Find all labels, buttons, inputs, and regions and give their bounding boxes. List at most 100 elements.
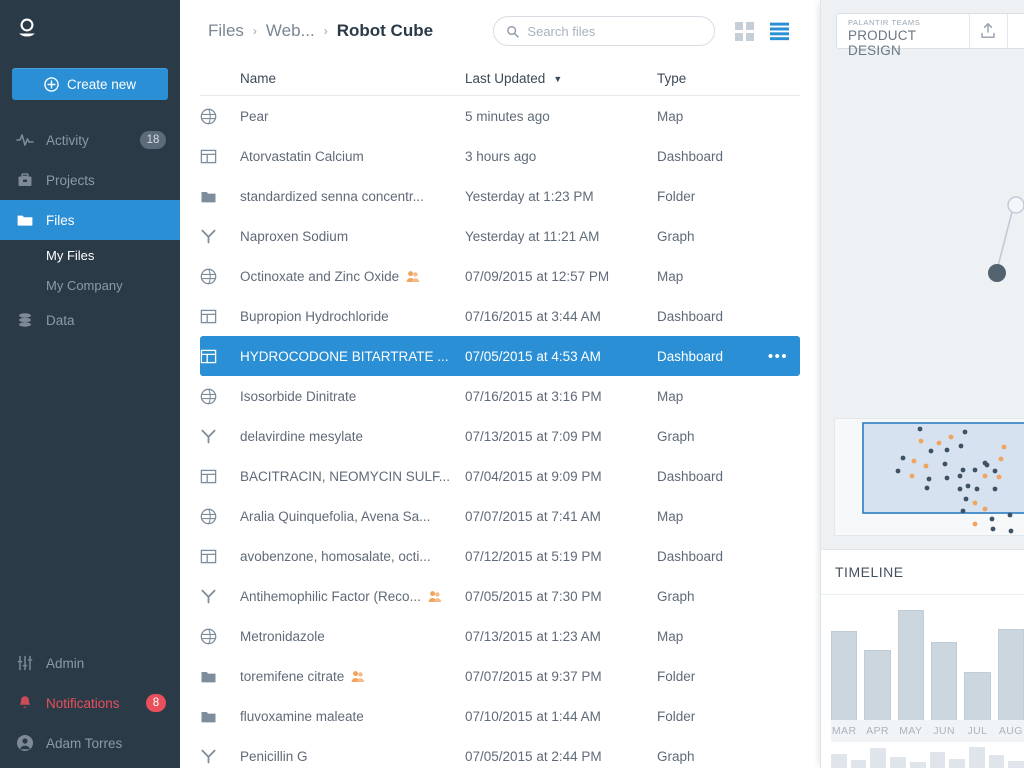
plus-circle-icon	[44, 76, 59, 92]
sidebar-nav: Activity 18 Projects Files My Files My C…	[0, 120, 180, 340]
file-name-cell: Pear	[240, 109, 465, 124]
file-type-icon-cell	[200, 228, 240, 245]
file-type-icon-cell	[200, 388, 240, 405]
table-body: Pear 5 minutes ago Map Atorvastatin Calcium…	[200, 96, 800, 768]
activity-pulse-icon	[16, 134, 34, 146]
search-input[interactable]	[527, 23, 703, 39]
table-row[interactable]: fluvoxamine maleate 07/10/2015 at 1:44 AM…	[200, 696, 800, 736]
sidebar-item-data-label: Data	[46, 312, 75, 328]
palantir-logo-icon	[19, 18, 35, 37]
user-avatar-icon	[17, 735, 33, 751]
file-type: Graph	[657, 228, 695, 244]
breadcrumb-item-files[interactable]: Files	[208, 21, 244, 41]
file-name: Isosorbide Dinitrate	[240, 388, 357, 404]
file-type-cell: Map	[657, 389, 756, 404]
table-row[interactable]: Naproxen Sodium Yesterday at 11:21 AM Grap…	[200, 216, 800, 256]
table-row[interactable]: Metronidazole 07/13/2015 at 1:23 AM Map	[200, 616, 800, 656]
column-header-type[interactable]: Type	[657, 71, 756, 86]
brand-block: PALANTIR TEAMS PRODUCT DESIGN	[837, 14, 971, 58]
file-updated-cell: 07/12/2015 at 5:19 PM	[465, 549, 657, 564]
file-updated: 07/10/2015 at 1:44 AM	[465, 708, 601, 724]
table-row[interactable]: Isosorbide Dinitrate 07/16/2015 at 3:16 P…	[200, 376, 800, 416]
table-row[interactable]: HYDROCODONE BITARTRATE ... 07/05/2015 at …	[200, 336, 800, 376]
create-new-label: Create new	[66, 76, 137, 92]
table-row[interactable]: BACITRACIN, NEOMYCIN SULF... 07/04/2015 a…	[200, 456, 800, 496]
file-type: Graph	[657, 588, 695, 604]
file-updated: 07/04/2015 at 9:09 PM	[465, 468, 602, 484]
top-bar: Files › Web... › Robot Cube	[180, 0, 820, 62]
x-axis-tick-label: AUG	[998, 725, 1023, 737]
share-icon	[1016, 21, 1024, 41]
table-row[interactable]: Pear 5 minutes ago Map	[200, 96, 800, 136]
file-type: Graph	[657, 428, 695, 444]
column-header-name[interactable]: Name	[240, 71, 465, 86]
column-header-last-updated[interactable]: Last Updated ▼	[465, 71, 657, 86]
file-updated: 5 minutes ago	[465, 108, 550, 124]
column-header-type-label: Type	[657, 71, 687, 86]
file-name: Pear	[240, 108, 269, 124]
table-row[interactable]: Aralia Quinquefolia, Avena Sa... 07/07/20…	[200, 496, 800, 536]
sidebar-item-activity[interactable]: Activity 18	[0, 120, 180, 160]
selection-rectangle[interactable]	[862, 422, 1024, 514]
file-updated: 07/05/2015 at 4:53 AM	[465, 348, 601, 364]
sidebar-item-activity-label: Activity	[46, 132, 89, 148]
bar[interactable]	[964, 671, 991, 720]
shared-users-icon	[351, 670, 365, 682]
bar[interactable]	[831, 631, 858, 720]
sidebar-item-projects[interactable]: Projects	[0, 160, 180, 200]
share-button[interactable]	[1008, 14, 1024, 48]
shared-users-icon	[406, 270, 420, 282]
row-actions-button[interactable]: •••	[756, 349, 800, 364]
sidebar-subitem-my-company[interactable]: My Company	[0, 270, 180, 300]
table-row[interactable]: Antihemophilic Factor (Reco... 07/05/2015…	[200, 576, 800, 616]
file-updated-cell: 07/07/2015 at 9:37 PM	[465, 669, 657, 684]
bar[interactable]	[930, 642, 958, 720]
database-icon	[19, 313, 31, 327]
timeline-header: TIMELINE	[821, 549, 1024, 595]
bar[interactable]	[897, 610, 924, 720]
list-view-icon[interactable]	[770, 22, 790, 41]
sidebar-item-notifications[interactable]: Notifications 8	[0, 683, 180, 723]
sidebar-subitem-my-files[interactable]: My Files	[0, 240, 180, 270]
bar[interactable]	[864, 650, 891, 720]
bar[interactable]	[997, 628, 1024, 720]
mini-bar	[988, 755, 1005, 768]
graph-node	[1007, 196, 1024, 214]
table-row[interactable]: toremifene citrate 07/07/2015 at 9:37 PM F…	[200, 656, 800, 696]
sidebar-item-files-label: Files	[46, 212, 75, 228]
sidebar-item-data[interactable]: Data	[0, 300, 180, 340]
table-row[interactable]: avobenzone, homosalate, octi... 07/12/201…	[200, 536, 800, 576]
sidebar-item-admin[interactable]: Admin	[0, 643, 180, 683]
file-updated-cell: 07/04/2015 at 9:09 PM	[465, 469, 657, 484]
file-type-cell: Folder	[657, 709, 756, 724]
table-row[interactable]: delavirdine mesylate 07/13/2015 at 7:09 P…	[200, 416, 800, 456]
file-name-cell: delavirdine mesylate	[240, 429, 465, 444]
create-new-button[interactable]: Create new	[12, 68, 168, 100]
upload-button[interactable]	[970, 14, 1008, 48]
breadcrumb-item-web[interactable]: Web...	[266, 21, 315, 41]
file-name: Antihemophilic Factor (Reco...	[240, 588, 421, 604]
file-updated-cell: 07/05/2015 at 2:44 PM	[465, 749, 657, 764]
table-row[interactable]: Octinoxate and Zinc Oxide 07/09/2015 at 1…	[200, 256, 800, 296]
file-type-icon-cell	[200, 148, 240, 165]
folder-icon	[17, 215, 33, 226]
table-row[interactable]: Atorvastatin Calcium 3 hours ago Dashboard	[200, 136, 800, 176]
table-row[interactable]: standardized senna concentr... Yesterday …	[200, 176, 800, 216]
file-type-icon-cell	[200, 188, 240, 205]
grid-view-icon[interactable]	[735, 21, 755, 41]
file-name-cell: Penicillin G	[240, 749, 465, 764]
sidebar-item-user-label: Adam Torres	[46, 735, 123, 751]
table-row[interactable]: Bupropion Hydrochloride 07/16/2015 at 3:4…	[200, 296, 800, 336]
file-type-cell: Map	[657, 269, 756, 284]
app-logo[interactable]	[0, 0, 180, 58]
file-type-cell: Map	[657, 629, 756, 644]
timeline-mini-strip	[821, 742, 1024, 768]
file-type-icon-cell	[200, 268, 240, 285]
sidebar-item-files[interactable]: Files	[0, 200, 180, 240]
file-updated-cell: 3 hours ago	[465, 149, 657, 164]
search-box[interactable]	[493, 16, 716, 46]
sidebar-item-user[interactable]: Adam Torres	[0, 723, 180, 763]
table-row[interactable]: Penicillin G 07/05/2015 at 2:44 PM Graph	[200, 736, 800, 768]
more-options-icon: •••	[767, 347, 789, 365]
sidebar-item-projects-label: Projects	[46, 172, 95, 188]
